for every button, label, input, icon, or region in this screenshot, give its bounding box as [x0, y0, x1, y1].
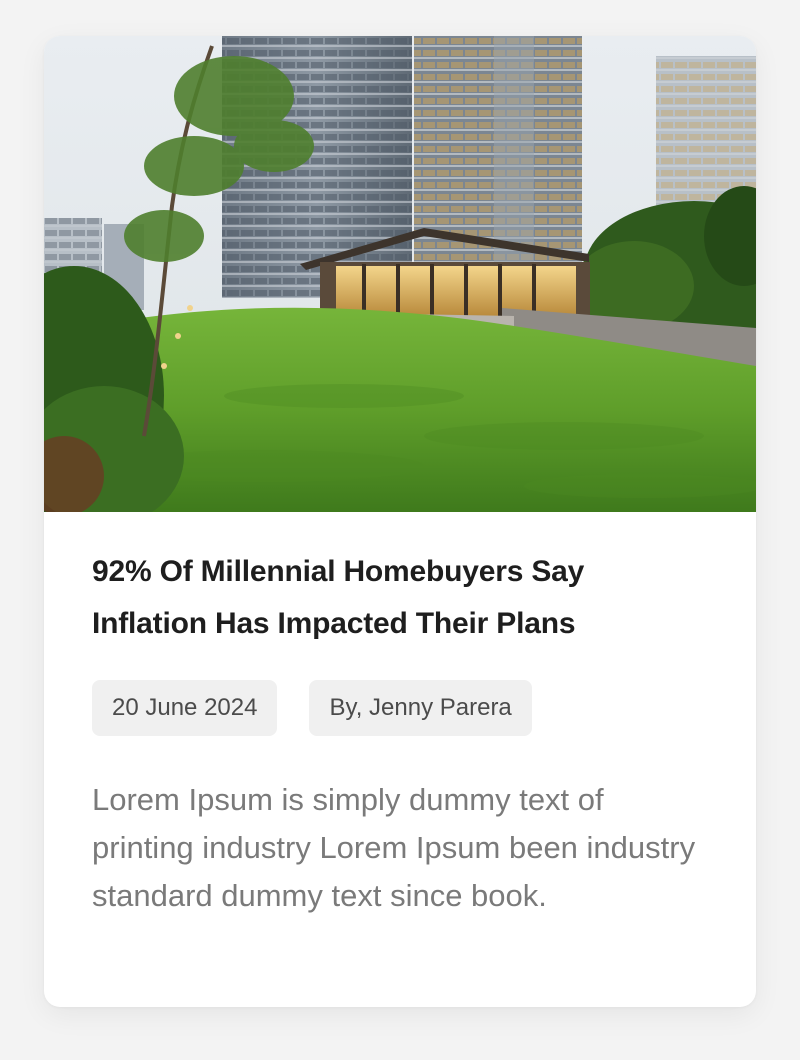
article-body: 92% Of Millennial Homebuyers Say Inflati… — [92, 546, 708, 913]
article-excerpt: Lorem Ipsum is simply dummy text of prin… — [92, 782, 696, 913]
date-badge: 20 June 2024 — [92, 680, 278, 736]
article-hero-image[interactable] — [44, 36, 756, 512]
article-title-line-2[interactable]: Inflation Has Impacted Their Plans — [92, 607, 576, 640]
article-card[interactable]: 92% Of Millennial Homebuyers Say Inflati… — [44, 36, 756, 1007]
article-title[interactable]: 92% Of Millennial Homebuyers Say Inflati… — [92, 546, 708, 650]
author-badge: By, Jenny Parera — [309, 680, 532, 736]
article-meta: 20 June 2024 By, Jenny Parera — [92, 680, 532, 736]
article-title-line-1[interactable]: 92% Of Millennial Homebuyers Say — [92, 555, 584, 588]
